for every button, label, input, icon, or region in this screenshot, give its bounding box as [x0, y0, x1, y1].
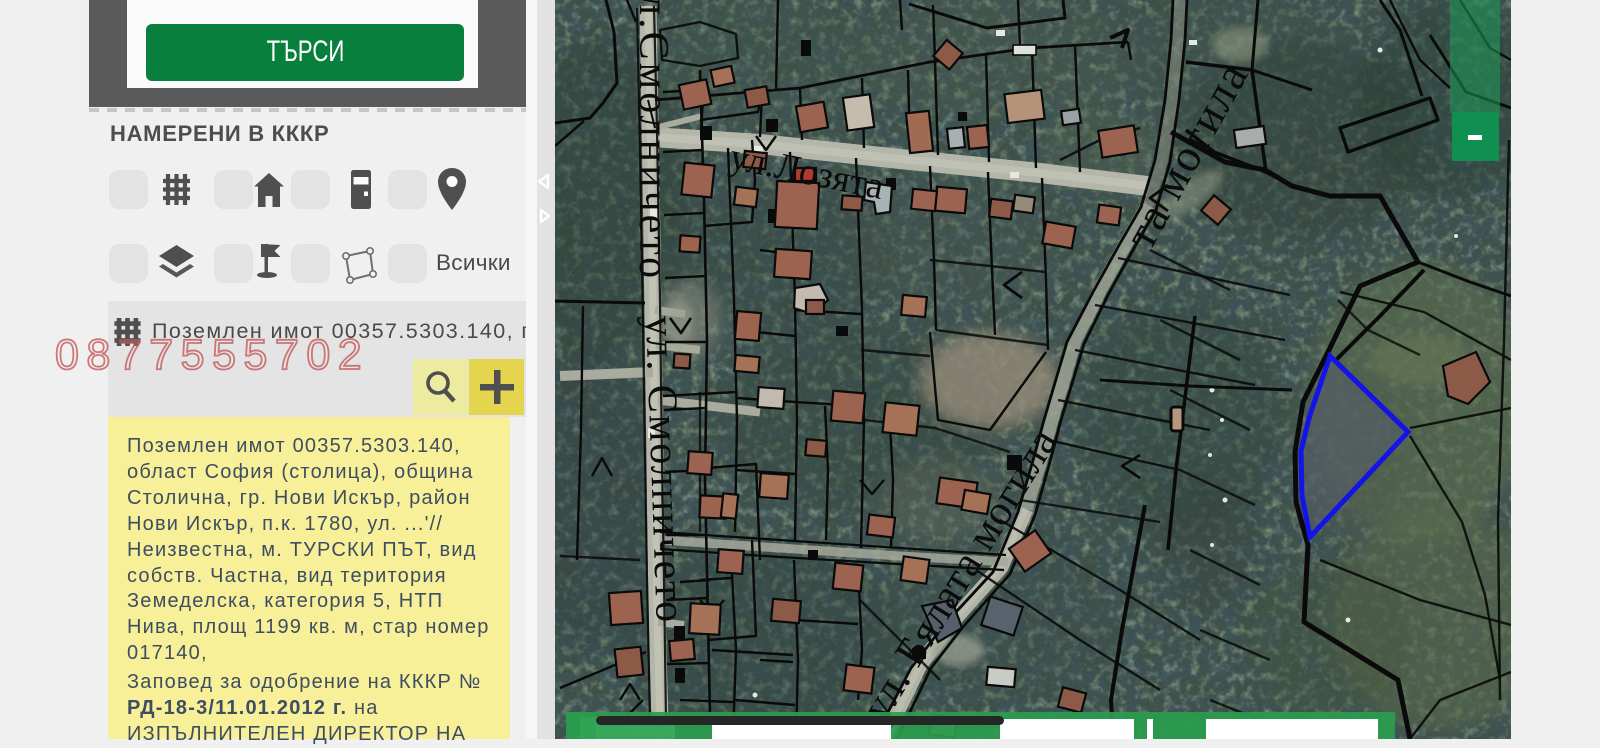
svg-text:ул.Смолничето: ул.Смолничето: [630, 0, 676, 281]
